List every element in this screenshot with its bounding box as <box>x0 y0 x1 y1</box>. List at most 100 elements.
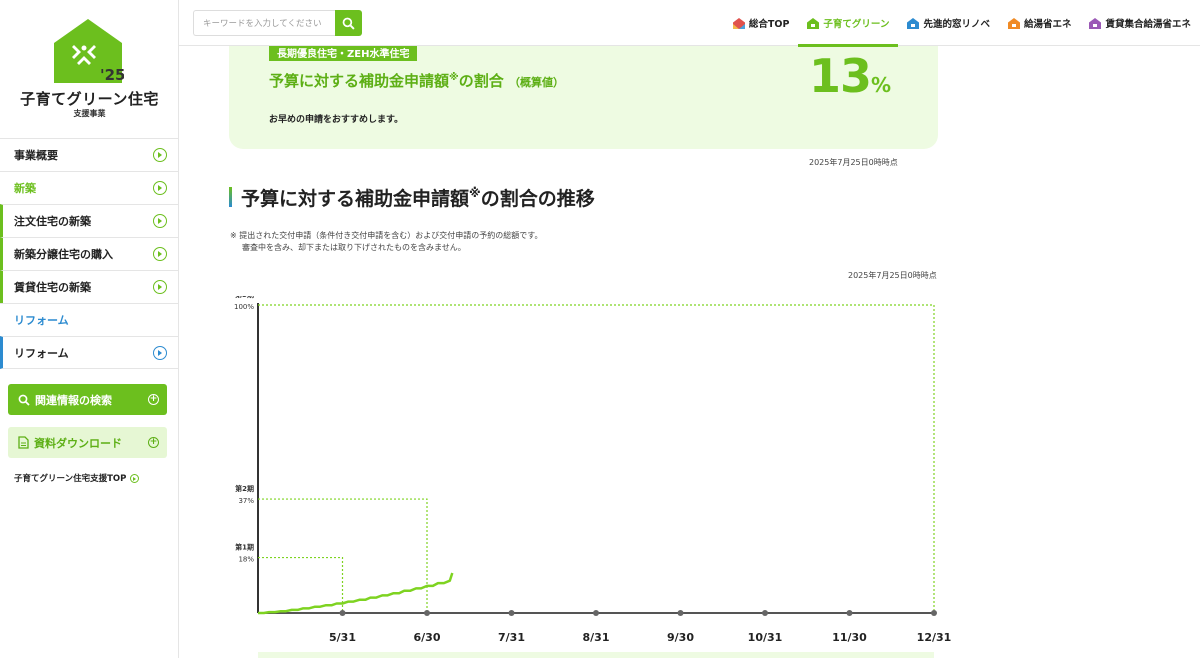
chart-as-of-date: 2025年7月25日0時時点 <box>848 271 937 280</box>
tab-label: 給湯省エネ <box>1023 19 1072 30</box>
house-icon <box>1089 17 1102 29</box>
x-tick-label: 12/31 <box>917 631 952 644</box>
arrow-circle-icon <box>130 473 140 483</box>
search-submit-button[interactable] <box>335 10 362 36</box>
logo-title: 子育てグリーン住宅 <box>20 90 159 108</box>
housing-type-tag: 長期優良住宅・ZEH水準住宅 <box>269 46 418 61</box>
x-tick-label: 8/31 <box>583 631 610 644</box>
percent-number: 13 <box>809 49 872 103</box>
sidebar-item-label: リフォーム <box>14 314 69 327</box>
house-logo-icon: '25 <box>54 19 124 83</box>
plus-icon: + <box>148 394 159 405</box>
x-tick-dot <box>339 610 346 616</box>
sidebar-item-overview[interactable]: 事業概要 <box>0 138 179 171</box>
house-icon <box>732 17 745 29</box>
section-notes: ※ 提出された交付申請（条件付き交付申請を含む）および交付申請の予約の総額です。… <box>230 230 542 254</box>
sidebar-item-rental-build[interactable]: 賃貸住宅の新築 <box>0 270 179 303</box>
keyword-search: キーワードを入力してください <box>193 10 363 36</box>
percent-unit: % <box>871 73 892 97</box>
x-tick-label: 7/31 <box>498 631 525 644</box>
sidebar-item-label: 新築 <box>14 182 36 195</box>
section-title-bar <box>229 187 232 207</box>
sidebar-item-label: リフォーム <box>14 346 69 360</box>
x-tick-dot <box>762 610 768 616</box>
top-header: キーワードを入力してください 総合TOP 子育てグリーン 先進的窓リノベ 給湯省… <box>179 0 1200 47</box>
tab-label: 先進的窓リノベ <box>923 19 990 30</box>
x-tick-label: 5/31 <box>329 631 356 644</box>
x-tick-label: 9/30 <box>667 631 694 644</box>
panel-note: お早めの申請をおすすめします。 <box>269 115 404 125</box>
x-tick-dot <box>846 610 853 616</box>
house-icon <box>907 17 920 29</box>
section-note-1: ※ 提出された交付申請（条件付き交付申請を含む）および交付申請の予約の総額です。 <box>230 231 543 240</box>
sidebar-item-label: 賃貸住宅の新築 <box>14 281 91 294</box>
house-icon <box>807 17 820 29</box>
sidebar-item-reform-header[interactable]: リフォーム <box>0 303 179 336</box>
panel-title-tail: の割合 <box>458 72 504 90</box>
x-tick-dot <box>508 610 515 616</box>
program-top-link-label: 子育てグリーン住宅支援TOP <box>14 474 127 484</box>
tab-label: 総合TOP <box>748 19 790 30</box>
sidebar-item-new-build[interactable]: 新築 <box>0 171 179 204</box>
related-search-label: 関連情報の検索 <box>35 393 112 407</box>
search-input[interactable]: キーワードを入力してください <box>193 10 336 36</box>
arrow-circle-icon <box>153 181 167 195</box>
summary-panel: 長期優良住宅・ZEH水準住宅 予算に対する補助金申請額※の割合 （概算値） お早… <box>229 46 938 167</box>
budget-ratio-chart: 第1期 18% 第2期 37% 第3期 100% 5/31 6/30 7/31 8/31 9/30 1… <box>234 296 952 644</box>
search-icon <box>342 17 355 30</box>
house-icon <box>1007 17 1020 29</box>
tab-rental-water-heater[interactable]: 賃貸集合給湯省エネ <box>1080 0 1200 46</box>
sidebar: '25 子育てグリーン住宅 支援事業 事業概要 新築 注文住宅の新築 新築分譲住… <box>0 0 179 658</box>
sidebar-item-label: 事業概要 <box>14 149 58 162</box>
x-tick-dot <box>931 610 937 616</box>
arrow-circle-icon <box>153 214 167 228</box>
download-button[interactable]: 資料ダウンロード + <box>8 427 167 458</box>
logo-subtitle: 支援事業 <box>73 109 106 118</box>
tab-kosodate-green[interactable]: 子育てグリーン <box>798 0 899 47</box>
panel-title-main: 予算に対する補助金申請額 <box>269 72 450 90</box>
tab-water-heater[interactable]: 給湯省エネ <box>999 0 1081 46</box>
sidebar-item-custom-house[interactable]: 注文住宅の新築 <box>0 204 179 237</box>
x-tick-label: 11/30 <box>832 631 867 644</box>
tab-general-top[interactable]: 総合TOP <box>724 0 799 46</box>
panel-title-mark: ※ <box>449 72 459 83</box>
period-value-label: 100% <box>234 303 254 311</box>
site-logo[interactable]: '25 子育てグリーン住宅 支援事業 <box>0 14 179 124</box>
x-tick-label: 10/31 <box>748 631 783 644</box>
main-content: 長期優良住宅・ZEH水準住宅 予算に対する補助金申請額※の割合 （概算値） お早… <box>179 46 1200 658</box>
section-title-main: 予算に対する補助金申請額 <box>241 187 470 210</box>
period-value-label: 37% <box>238 497 254 505</box>
section-note-2: 審査中を含み、却下または取り下げされたものを含みません。 <box>242 243 466 252</box>
panel-title: 予算に対する補助金申請額※の割合 （概算値） <box>269 70 564 91</box>
period-label: 第1期 <box>235 543 254 552</box>
period-label: 第2期 <box>235 484 254 493</box>
panel-title-note: （概算値） <box>509 76 564 89</box>
document-icon <box>18 436 29 449</box>
x-tick-dot <box>677 610 684 616</box>
top-nav: 総合TOP 子育てグリーン 先進的窓リノベ 給湯省エネ 賃貸集合給湯省エネ <box>724 0 1200 47</box>
related-search-button[interactable]: 関連情報の検索 + <box>8 384 167 415</box>
period-label: 第3期 <box>235 296 254 299</box>
plus-icon: + <box>148 437 159 448</box>
period-limit-line <box>258 498 428 613</box>
x-tick-label: 6/30 <box>414 631 441 644</box>
percent-value: 13% <box>809 49 891 103</box>
search-icon <box>18 394 30 406</box>
section-title-mark: ※ <box>469 186 481 200</box>
sidebar-nav: 事業概要 新築 注文住宅の新築 新築分譲住宅の購入 賃貸住宅の新築 リフォーム … <box>0 138 179 369</box>
arrow-circle-icon <box>153 346 167 360</box>
sidebar-item-condo-purchase[interactable]: 新築分譲住宅の購入 <box>0 237 179 270</box>
svg-text:'25: '25 <box>100 66 124 83</box>
program-top-link[interactable]: 子育てグリーン住宅支援TOP <box>14 472 140 484</box>
section-title-tail: の割合の推移 <box>480 187 595 210</box>
arrow-circle-icon <box>153 280 167 294</box>
sidebar-item-reform[interactable]: リフォーム <box>0 336 179 369</box>
period-limit-line <box>258 304 935 613</box>
series-line <box>258 572 454 615</box>
percent-date: 2025年7月25日0時時点 <box>809 158 898 167</box>
period-value-label: 18% <box>238 556 254 564</box>
tab-label: 子育てグリーン <box>823 19 890 30</box>
bottom-panel-strip <box>258 652 934 658</box>
tab-window-renovation[interactable]: 先進的窓リノベ <box>898 0 999 46</box>
download-label: 資料ダウンロード <box>34 436 122 450</box>
